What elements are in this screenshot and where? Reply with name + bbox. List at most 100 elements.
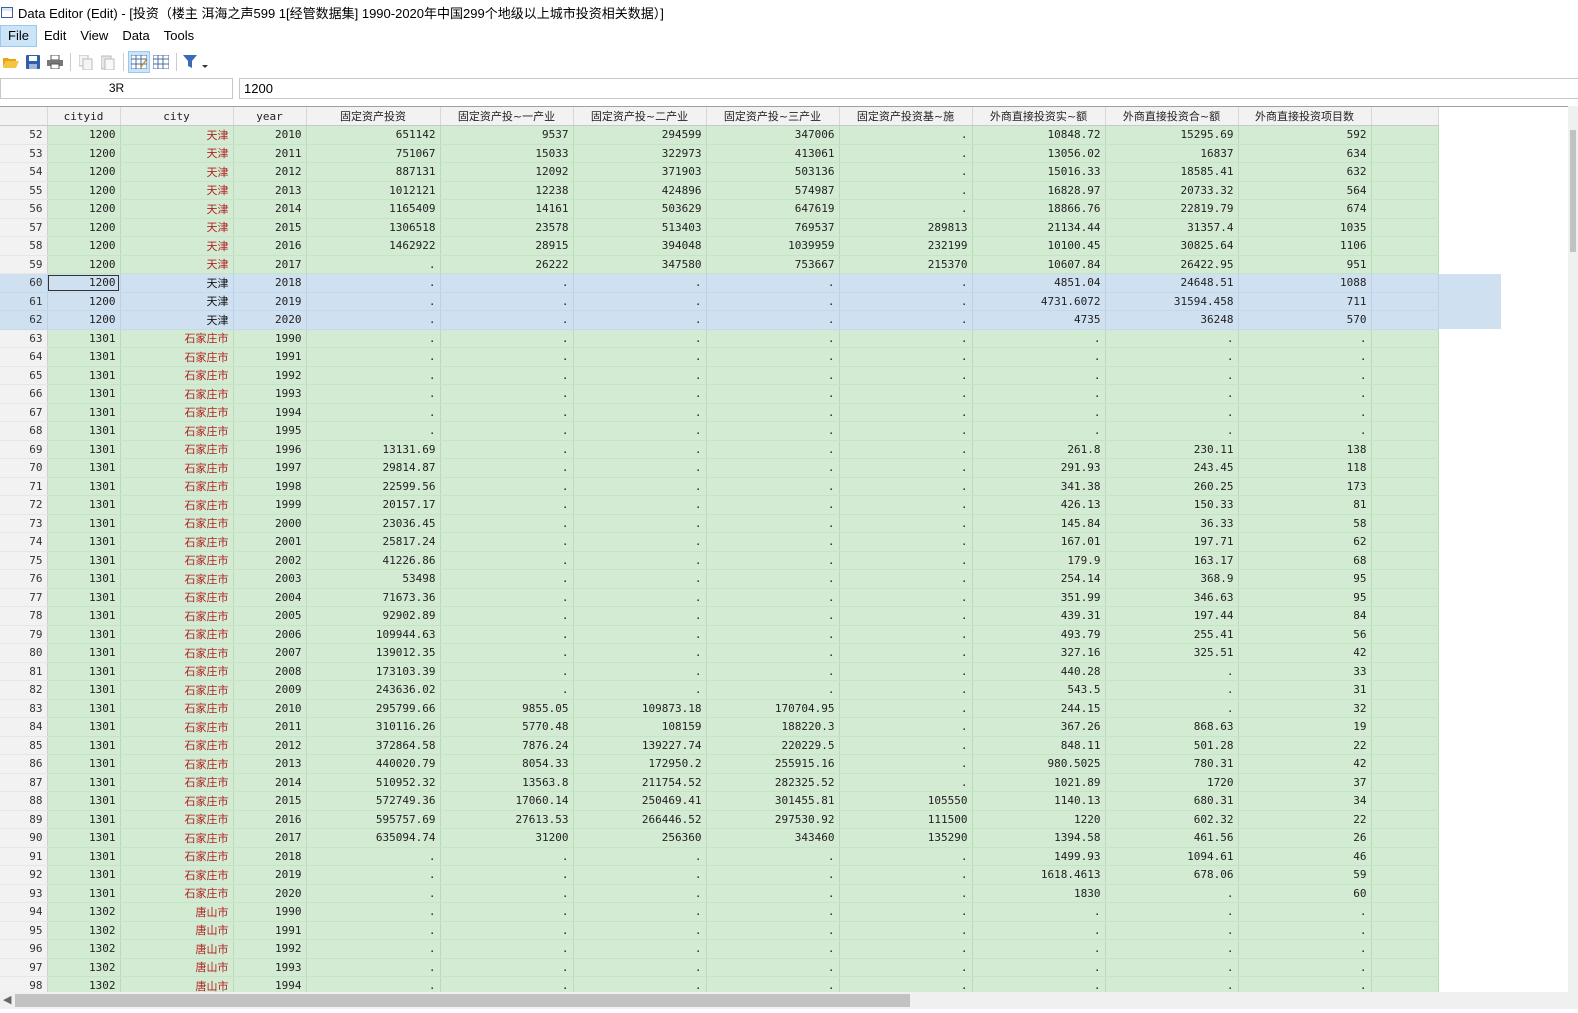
row-number[interactable]: 82 [0, 680, 48, 700]
row-number[interactable]: 91 [0, 847, 48, 866]
table-cell[interactable]: 石家庄市 [120, 569, 234, 589]
table-cell[interactable]: 石家庄市 [120, 884, 234, 903]
table-cell[interactable]: . [573, 902, 707, 922]
table-cell[interactable]: 2003 [233, 569, 307, 589]
table-row[interactable]: 66 1301 石家庄市 1993........ [0, 384, 1501, 404]
table-cell[interactable]: . [706, 292, 840, 311]
table-cell[interactable]: . [839, 643, 973, 663]
column-header-fixed-asset-tertiary[interactable]: 固定资产投~三产业 [706, 107, 840, 126]
table-cell[interactable]: . [440, 421, 574, 441]
table-cell[interactable]: 372864.58 [306, 736, 441, 755]
table-cell[interactable]: 42 [1238, 643, 1372, 663]
table-cell[interactable]: 31357.4 [1105, 218, 1239, 237]
table-cell[interactable]: . [839, 347, 973, 367]
table-row[interactable]: 55 1200 天津 2013 1012121 12238 424896 574987. 168… [0, 181, 1501, 200]
row-number[interactable]: 69 [0, 440, 48, 459]
table-cell[interactable]: 1200 [47, 218, 121, 237]
table-cell[interactable]: 唐山市 [120, 902, 234, 922]
table-cell[interactable]: 1301 [47, 828, 121, 848]
menu-tools[interactable]: Tools [157, 25, 201, 47]
table-cell[interactable]: . [306, 902, 441, 922]
table-cell[interactable]: . [839, 477, 973, 496]
table-cell[interactable]: 2010 [233, 125, 307, 145]
table-cell[interactable]: 28915 [440, 236, 574, 256]
table-cell[interactable]: 1094.61 [1105, 847, 1239, 866]
table-cell[interactable]: 868.63 [1105, 717, 1239, 737]
table-cell[interactable]: 167.01 [972, 532, 1106, 552]
table-row[interactable]: 68 1301 石家庄市 1995........ [0, 421, 1501, 441]
table-cell[interactable]: . [706, 625, 840, 644]
table-cell[interactable]: . [706, 495, 840, 515]
table-cell[interactable]: 367.26 [972, 717, 1106, 737]
row-number[interactable]: 97 [0, 958, 48, 977]
table-cell[interactable]: 2014 [233, 773, 307, 792]
row-number[interactable]: 66 [0, 384, 48, 404]
table-cell[interactable]: . [440, 939, 574, 959]
table-cell[interactable]: 1301 [47, 736, 121, 755]
table-cell[interactable]: 2017 [233, 828, 307, 848]
table-cell[interactable]: . [972, 939, 1106, 959]
table-cell[interactable]: 68 [1238, 551, 1372, 570]
table-cell[interactable]: . [1105, 329, 1239, 348]
table-cell[interactable]: 138 [1238, 440, 1372, 459]
table-row[interactable]: 93 1301 石家庄市 2020..... 1830. 60 [0, 884, 1501, 903]
scroll-left-icon[interactable]: ◀ [3, 993, 11, 1006]
table-cell[interactable]: . [1238, 976, 1372, 993]
table-cell[interactable]: . [573, 884, 707, 903]
table-row[interactable]: 98 1302 唐山市 1994........ [0, 976, 1501, 993]
table-cell[interactable]: . [573, 606, 707, 626]
row-number[interactable]: 77 [0, 588, 48, 607]
table-cell[interactable]: . [440, 292, 574, 311]
table-cell[interactable]: 1720 [1105, 773, 1239, 792]
table-row[interactable]: 94 1302 唐山市 1990........ [0, 902, 1501, 922]
table-cell[interactable]: . [1105, 403, 1239, 422]
table-cell[interactable]: 1302 [47, 902, 121, 922]
table-cell[interactable]: 15295.69 [1105, 125, 1239, 145]
table-cell[interactable]: 1301 [47, 847, 121, 866]
table-cell[interactable]: . [972, 958, 1106, 977]
table-cell[interactable]: 230.11 [1105, 440, 1239, 459]
table-cell[interactable]: 1301 [47, 569, 121, 589]
table-cell[interactable]: 439.31 [972, 606, 1106, 626]
table-cell[interactable]: . [573, 532, 707, 552]
table-cell[interactable]: 13131.69 [306, 440, 441, 459]
table-cell[interactable]: 1302 [47, 939, 121, 959]
table-cell[interactable]: 石家庄市 [120, 421, 234, 441]
copy-button[interactable] [75, 51, 97, 73]
column-header-fixed-asset-primary[interactable]: 固定资产投~一产业 [440, 107, 574, 126]
table-cell[interactable]: 371903 [573, 162, 707, 182]
table-cell[interactable]: . [306, 958, 441, 977]
table-cell[interactable]: 1994 [233, 976, 307, 993]
table-cell[interactable]: . [1238, 366, 1372, 385]
table-cell[interactable]: . [440, 588, 574, 607]
table-row[interactable]: 56 1200 天津 2014 1165409 14161 503629 647619. 188… [0, 199, 1501, 219]
table-cell[interactable]: 347006 [706, 125, 840, 145]
row-number[interactable]: 63 [0, 329, 48, 348]
table-cell[interactable]: . [839, 329, 973, 348]
table-cell[interactable]: 188220.3 [706, 717, 840, 737]
table-cell[interactable]: 天津 [120, 255, 234, 274]
table-cell[interactable]: 595757.69 [306, 810, 441, 829]
table-cell[interactable]: . [706, 477, 840, 496]
table-cell[interactable]: 2016 [233, 236, 307, 256]
table-row[interactable]: 89 1301 石家庄市 2016 595757.69 27613.53 266446.52… [0, 810, 1501, 829]
table-cell[interactable]: 天津 [120, 125, 234, 145]
table-cell[interactable]: . [839, 939, 973, 959]
table-cell[interactable]: 23036.45 [306, 514, 441, 533]
table-cell[interactable]: 1301 [47, 366, 121, 385]
table-cell[interactable]: 256360 [573, 828, 707, 848]
table-cell[interactable]: . [839, 514, 973, 533]
table-cell[interactable]: 108159 [573, 717, 707, 737]
row-number[interactable]: 87 [0, 773, 48, 792]
table-cell[interactable]: . [706, 939, 840, 959]
table-cell[interactable]: 37 [1238, 773, 1372, 792]
row-number[interactable]: 72 [0, 495, 48, 515]
table-cell[interactable]: 220229.5 [706, 736, 840, 755]
table-cell[interactable]: 394048 [573, 236, 707, 256]
table-cell[interactable]: 1301 [47, 754, 121, 774]
table-cell[interactable]: 346.63 [1105, 588, 1239, 607]
menu-view[interactable]: View [73, 25, 115, 47]
table-cell[interactable]: 255.41 [1105, 625, 1239, 644]
table-cell[interactable]: 石家庄市 [120, 403, 234, 422]
table-row[interactable]: 64 1301 石家庄市 1991........ [0, 347, 1501, 367]
